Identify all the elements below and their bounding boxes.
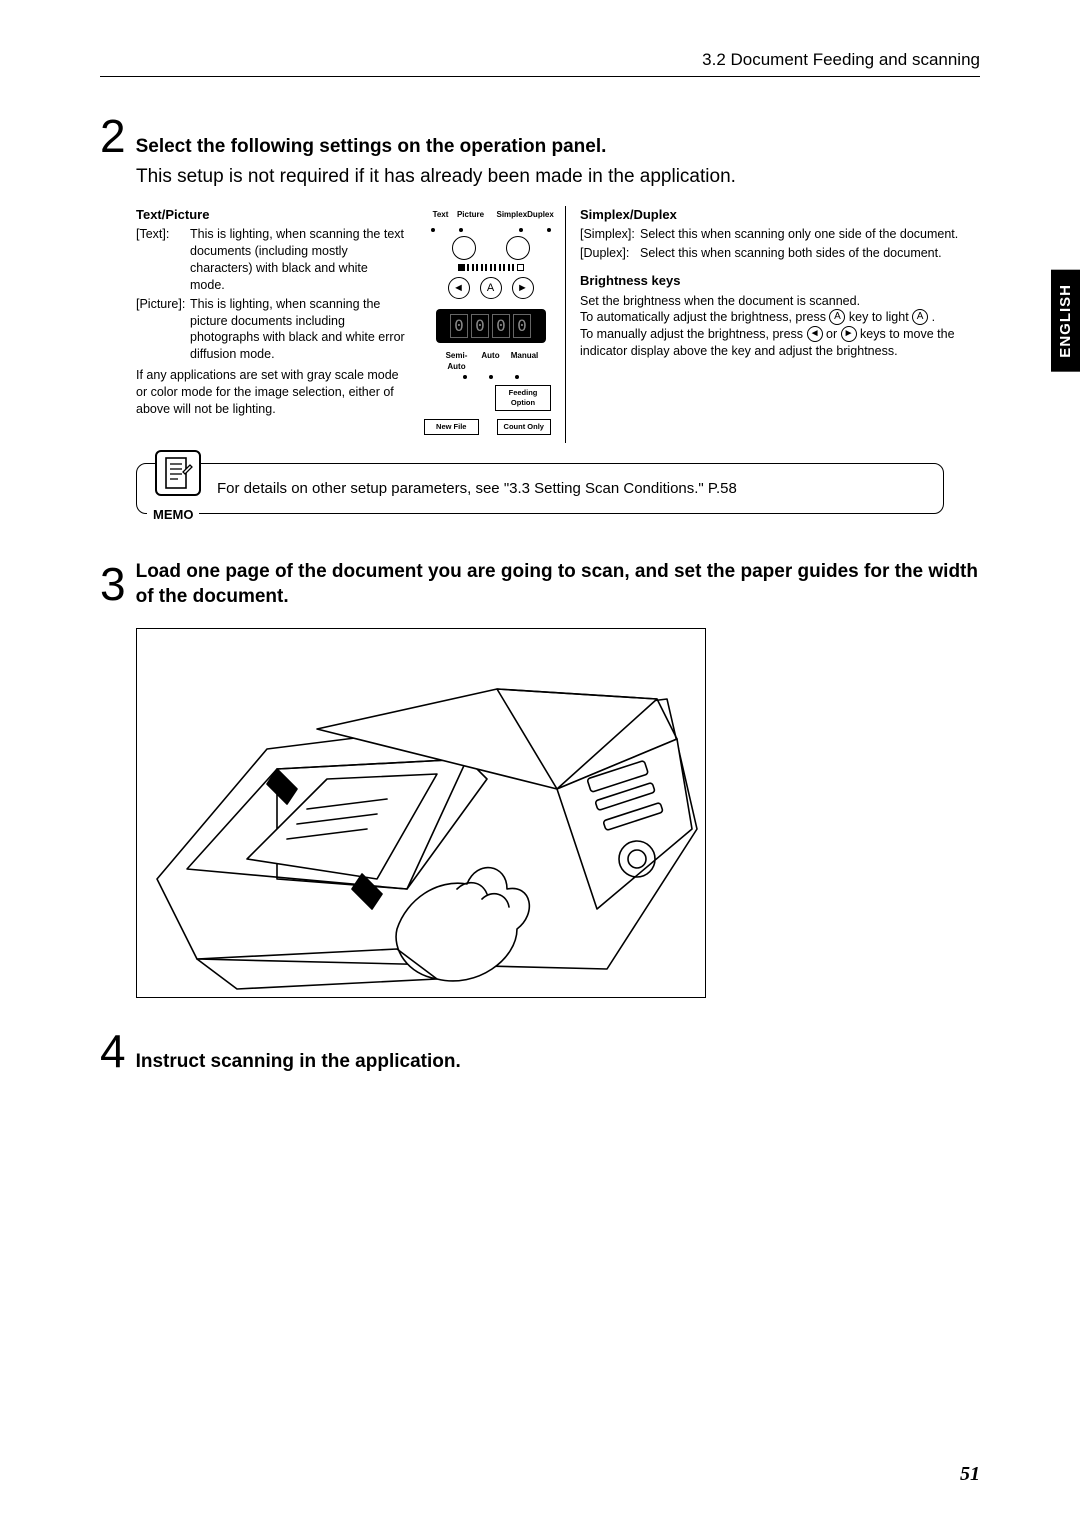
page-number: 51 bbox=[960, 1463, 980, 1486]
dot-icon bbox=[519, 228, 523, 232]
count-only-button-icon: Count Only bbox=[497, 419, 552, 435]
counter-display-icon: 0000 bbox=[436, 309, 546, 343]
dot-icon bbox=[515, 375, 519, 379]
step-4-heading: 4 Instruct scanning in the application. bbox=[100, 1028, 980, 1075]
cp-label-auto: Auto bbox=[476, 351, 506, 373]
txt: To manually adjust the brightness, press bbox=[580, 327, 807, 341]
dot-icon bbox=[489, 375, 493, 379]
memo-icon bbox=[155, 450, 201, 496]
dot-icon bbox=[431, 228, 435, 232]
step-2-subtext: This setup is not required if it has alr… bbox=[136, 166, 980, 188]
scanner-illustration bbox=[136, 628, 706, 998]
txt: key to light bbox=[845, 310, 912, 324]
right-explanation: Simplex/Duplex [Simplex]: Select this wh… bbox=[566, 206, 980, 444]
step-4-title: Instruct scanning in the application. bbox=[136, 1050, 461, 1075]
brightness-line2: To automatically adjust the brightness, … bbox=[580, 309, 980, 326]
memo-text: For details on other setup parameters, s… bbox=[217, 480, 737, 497]
duplex-val: Select this when scanning both sides of … bbox=[640, 245, 980, 262]
language-tab: ENGLISH bbox=[1051, 270, 1080, 372]
dot-icon bbox=[547, 228, 551, 232]
cp-label-duplex: Duplex bbox=[527, 210, 555, 221]
panel-explanation: Text/Picture [Text]: This is lighting, w… bbox=[136, 206, 980, 444]
auto-key-icon: A bbox=[480, 277, 502, 299]
text-picture-note: If any applications are set with gray sc… bbox=[136, 367, 406, 418]
section-header: 3.2 Document Feeding and scanning bbox=[100, 50, 980, 77]
toggle-circle-icon bbox=[506, 236, 530, 260]
cp-label-text: Text bbox=[427, 210, 455, 221]
dot-icon bbox=[463, 375, 467, 379]
toggle-circle-icon bbox=[452, 236, 476, 260]
step-3-heading: 3 Load one page of the document you are … bbox=[100, 560, 980, 609]
duplex-key: [Duplex]: bbox=[580, 245, 640, 262]
brightness-line1: Set the brightness when the document is … bbox=[580, 293, 980, 310]
control-panel-diagram: Text Picture Simplex Duplex bbox=[416, 206, 566, 444]
cp-label-simplex: Simplex bbox=[497, 210, 525, 221]
txt: To automatically adjust the brightness, … bbox=[580, 310, 829, 324]
simplex-key: [Simplex]: bbox=[580, 226, 640, 243]
right-key-icon: ► bbox=[512, 277, 534, 299]
brightness-heading: Brightness keys bbox=[580, 272, 980, 290]
step-2-heading: 2 Select the following settings on the o… bbox=[100, 113, 980, 160]
step-3-title: Load one page of the document you are go… bbox=[136, 560, 980, 609]
step-4-number: 4 bbox=[100, 1028, 126, 1074]
cp-label-picture: Picture bbox=[457, 210, 485, 221]
dot-icon bbox=[459, 228, 463, 232]
brightness-line3: To manually adjust the brightness, press… bbox=[580, 326, 980, 360]
simplex-val: Select this when scanning only one side … bbox=[640, 226, 980, 243]
picture-key: [Picture]: bbox=[136, 296, 190, 364]
right-key-icon: ► bbox=[841, 326, 857, 342]
left-key-icon: ◄ bbox=[448, 277, 470, 299]
cp-label-semi-auto: Semi-Auto bbox=[442, 351, 472, 373]
brightness-bar-icon bbox=[458, 264, 524, 271]
step-2-number: 2 bbox=[100, 113, 126, 159]
new-file-button-icon: New File bbox=[424, 419, 479, 435]
feeding-option-button-icon: Feeding Option bbox=[495, 385, 551, 411]
step-2-title: Select the following settings on the ope… bbox=[136, 135, 607, 160]
memo-callout: For details on other setup parameters, s… bbox=[136, 463, 944, 514]
step-3-number: 3 bbox=[100, 564, 126, 605]
text-picture-block: Text/Picture [Text]: This is lighting, w… bbox=[136, 206, 416, 444]
cp-label-manual: Manual bbox=[510, 351, 540, 373]
text-picture-heading: Text/Picture bbox=[136, 206, 406, 224]
picture-val: This is lighting, when scanning the pict… bbox=[190, 296, 406, 364]
memo-label: MEMO bbox=[147, 507, 199, 522]
txt: . bbox=[928, 310, 935, 324]
a-key-icon: A bbox=[912, 309, 928, 325]
txt: or bbox=[823, 327, 841, 341]
simplexduplex-heading: Simplex/Duplex bbox=[580, 206, 980, 224]
left-key-icon: ◄ bbox=[807, 326, 823, 342]
text-key: [Text]: bbox=[136, 226, 190, 294]
text-val: This is lighting, when scanning the text… bbox=[190, 226, 406, 294]
a-key-icon: A bbox=[829, 309, 845, 325]
